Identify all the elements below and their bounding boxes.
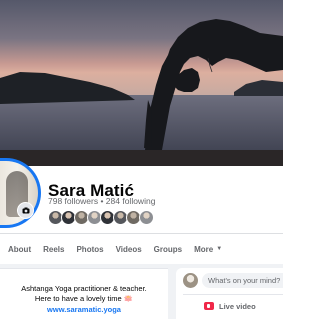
tab-about[interactable]: About <box>8 245 31 254</box>
follow-stats[interactable]: 798 followers • 284 following <box>48 196 155 206</box>
friend-avatar[interactable] <box>139 210 154 225</box>
stats-separator: • <box>98 196 106 206</box>
followers-count[interactable]: 798 followers <box>48 196 98 206</box>
tab-more[interactable]: More ▼ <box>194 245 222 254</box>
live-video-label: Live video <box>219 301 256 311</box>
profile-tabs: About Reels Photos Videos Groups More ▼ <box>0 234 283 264</box>
tab-groups[interactable]: Groups <box>154 245 182 254</box>
bio-line: Ashtanga Yoga practitioner & teacher. <box>21 284 147 293</box>
profile-header: Sara Matić 798 followers • 284 following <box>0 158 283 232</box>
post-composer: What's on your mind? Live video <box>176 268 283 319</box>
tab-videos[interactable]: Videos <box>116 245 142 254</box>
friend-avatars-row <box>48 210 154 225</box>
intro-card: Ashtanga Yoga practitioner & teacher. He… <box>0 268 168 320</box>
caret-down-icon: ▼ <box>216 246 223 252</box>
composer-divider <box>183 294 283 295</box>
composer-avatar[interactable] <box>183 273 198 288</box>
website-link[interactable]: www.saramatic.yoga <box>0 305 168 314</box>
tab-photos[interactable]: Photos <box>76 245 103 254</box>
tab-more-label: More <box>194 244 214 254</box>
following-count[interactable]: 284 following <box>106 196 156 206</box>
bio-text: Ashtanga Yoga practitioner & teacher. He… <box>0 284 168 304</box>
tab-reels[interactable]: Reels <box>43 245 64 254</box>
whats-on-your-mind-input[interactable]: What's on your mind? <box>202 273 283 288</box>
bio-line: Here to have a lovely time 🪷 <box>34 294 134 303</box>
live-video-button[interactable]: Live video <box>204 300 256 312</box>
live-video-icon <box>204 302 214 310</box>
profile-avatar-wrapper <box>0 158 42 228</box>
camera-icon[interactable] <box>17 202 34 219</box>
cover-photo[interactable] <box>0 0 283 166</box>
